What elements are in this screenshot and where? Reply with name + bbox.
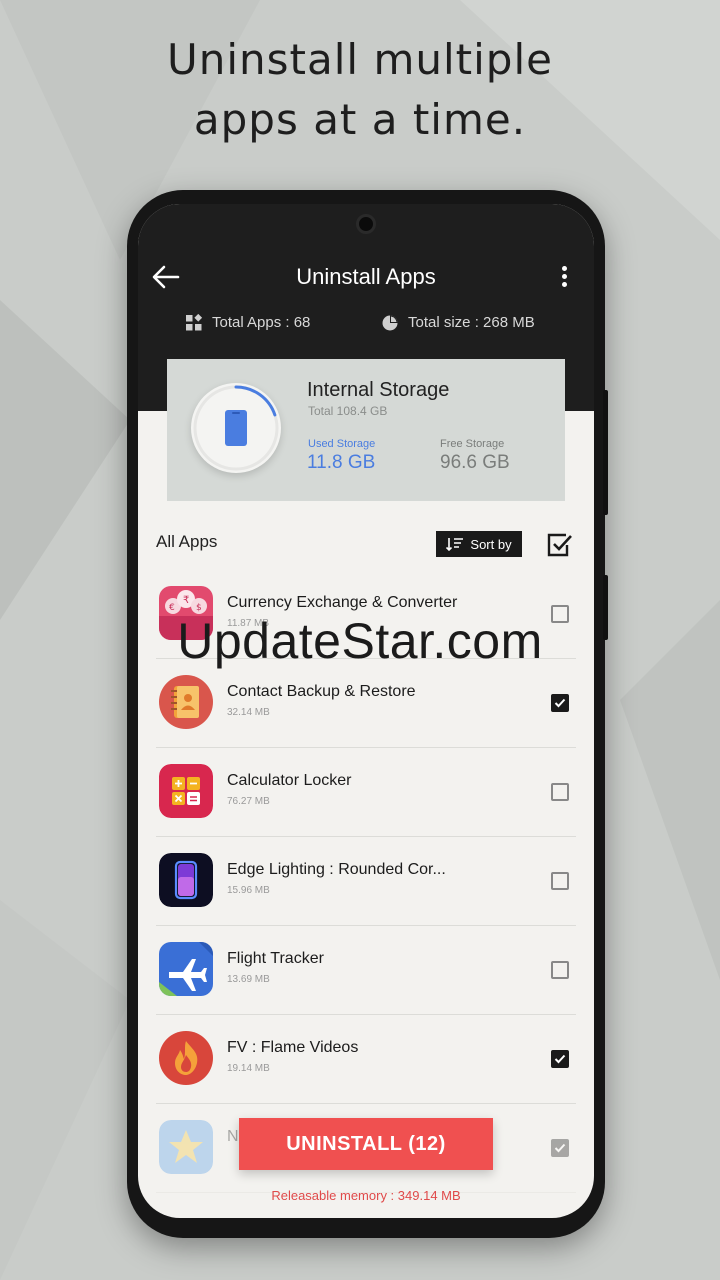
app-checkbox[interactable] xyxy=(551,605,569,623)
app-name: Edge Lighting : Rounded Cor... xyxy=(227,861,446,878)
app-size: 11.87 MB xyxy=(227,618,270,629)
sort-by-label: Sort by xyxy=(470,536,512,552)
app-name: FV : Flame Videos xyxy=(227,1039,359,1056)
list-item[interactable]: Calculator Locker 76.27 MB xyxy=(156,748,576,837)
app-checkbox[interactable] xyxy=(551,872,569,890)
svg-text:₹: ₹ xyxy=(183,595,189,606)
app-size: 15.96 MB xyxy=(227,885,270,896)
list-item[interactable]: Edge Lighting : Rounded Cor... 15.96 MB xyxy=(156,837,576,926)
app-size: 32.14 MB xyxy=(227,707,270,718)
list-item[interactable]: ₹ € $ Currency Exchange & Converter 11.8… xyxy=(156,570,576,659)
total-size-stat: Total size : 268 MB xyxy=(381,312,535,334)
headline-line-1: Uninstall multiple xyxy=(167,35,553,84)
headline: Uninstall multiple apps at a time. xyxy=(0,30,720,150)
used-storage-value: 11.8 GB xyxy=(307,452,376,473)
more-options-icon[interactable] xyxy=(554,264,574,292)
pie-chart-icon xyxy=(382,315,398,331)
app-size: 76.27 MB xyxy=(227,796,270,807)
app-icon xyxy=(159,1120,213,1174)
list-item[interactable]: FV : Flame Videos 19.14 MB xyxy=(156,1015,576,1104)
phone-volume-button xyxy=(603,390,608,515)
all-apps-heading: All Apps xyxy=(156,532,218,551)
sort-icon xyxy=(446,538,464,551)
app-list: ₹ € $ Currency Exchange & Converter 11.8… xyxy=(156,570,576,1193)
svg-text:$: $ xyxy=(196,603,202,613)
total-size-text: Total size : 268 MB xyxy=(408,314,535,331)
total-apps-text: Total Apps : 68 xyxy=(212,314,311,331)
apps-grid-icon xyxy=(186,314,203,331)
used-storage-label: Used Storage xyxy=(308,438,376,450)
airplane-icon xyxy=(159,942,213,996)
total-apps-stat: Total Apps : 68 xyxy=(185,312,310,334)
free-storage-value: 96.6 GB xyxy=(440,452,510,473)
storage-title: Internal Storage xyxy=(307,379,450,401)
page-title: Uninstall Apps xyxy=(296,264,436,289)
calculator-icon xyxy=(159,764,213,818)
list-item[interactable]: Contact Backup & Restore 32.14 MB xyxy=(156,659,576,748)
app-checkbox[interactable] xyxy=(551,694,569,712)
app-checkbox[interactable] xyxy=(551,1050,569,1068)
app-size: 19.14 MB xyxy=(227,1063,270,1074)
app-name: Contact Backup & Restore xyxy=(227,683,416,700)
releasable-memory-text: Releasable memory : 349.14 MB xyxy=(271,1188,461,1203)
storage-total: Total 108.4 GB xyxy=(308,404,388,418)
app-size: 13.69 MB xyxy=(227,974,270,985)
sort-by-button[interactable]: Sort by xyxy=(436,531,522,557)
front-camera xyxy=(356,214,376,234)
app-name: Calculator Locker xyxy=(227,772,352,789)
free-storage-label: Free Storage xyxy=(440,438,505,450)
storage-ring xyxy=(191,383,281,473)
phone-power-button xyxy=(603,575,608,640)
app-checkbox[interactable] xyxy=(551,961,569,979)
headline-line-2: apps at a time. xyxy=(193,95,527,144)
app-checkbox[interactable] xyxy=(551,1139,569,1157)
storage-card: Internal Storage Total 108.4 GB Used Sto… xyxy=(167,359,565,501)
uninstall-button[interactable]: UNINSTALL (12) xyxy=(239,1118,493,1170)
currency-icon: ₹ € $ xyxy=(159,586,213,640)
select-all-checkbox[interactable] xyxy=(546,532,572,558)
contact-book-icon xyxy=(159,675,213,729)
app-name: N xyxy=(227,1128,239,1145)
phone-storage-icon xyxy=(225,410,247,446)
app-checkbox[interactable] xyxy=(551,783,569,801)
app-name: Flight Tracker xyxy=(227,950,324,967)
phone-screen: Uninstall Apps Total Apps : 68 Total siz… xyxy=(138,204,594,1218)
svg-text:€: € xyxy=(169,603,175,613)
list-item[interactable]: Flight Tracker 13.69 MB xyxy=(156,926,576,1015)
flame-icon xyxy=(159,1031,213,1085)
app-name: Currency Exchange & Converter xyxy=(227,594,458,611)
edge-lighting-icon xyxy=(159,853,213,907)
